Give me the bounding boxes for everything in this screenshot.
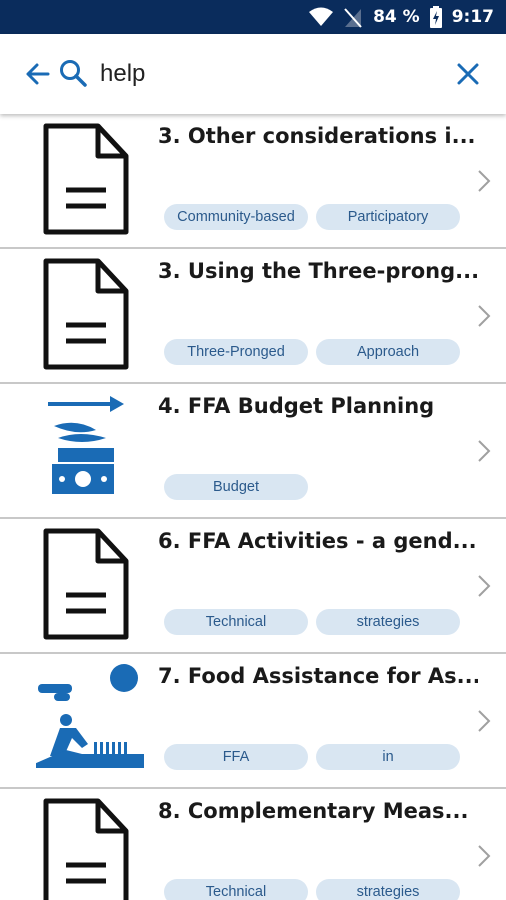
status-bar: 84 % 9:17 — [0, 0, 506, 34]
list-item[interactable]: 3. Using the Three-prong... Three-Pronge… — [0, 249, 506, 384]
item-title: 3. Other considerations i... — [158, 124, 476, 148]
chevron-right-icon — [476, 168, 492, 194]
document-icon — [36, 795, 136, 900]
results-list: 3. Other considerations i... Community-b… — [0, 114, 506, 900]
document-icon — [36, 120, 136, 240]
chevron-right-icon — [476, 708, 492, 734]
chevron-right-icon — [476, 573, 492, 599]
item-title: 4. FFA Budget Planning — [158, 394, 435, 418]
tag-list: Community-based Participatory — [164, 204, 460, 230]
tag[interactable]: FFA — [164, 744, 308, 770]
back-arrow-icon[interactable] — [24, 60, 52, 88]
chevron-right-icon — [476, 843, 492, 869]
tag[interactable]: Approach — [316, 339, 460, 365]
tag[interactable]: Technical — [164, 609, 308, 635]
search-icon — [58, 58, 88, 88]
document-icon — [36, 525, 136, 645]
tag[interactable]: Community-based — [164, 204, 308, 230]
close-icon[interactable] — [456, 62, 480, 86]
tag[interactable]: Participatory — [316, 204, 460, 230]
farming-icon — [4, 660, 144, 780]
item-title: 3. Using the Three-prong... — [158, 259, 478, 283]
tag-list: Budget — [164, 474, 308, 500]
battery-percent: 84 % — [373, 7, 420, 27]
item-title: 8. Complementary Meas... — [158, 799, 469, 823]
tag[interactable]: strategies — [316, 609, 460, 635]
chevron-right-icon — [476, 438, 492, 464]
list-item[interactable]: 7. Food Assistance for As... FFA in — [0, 654, 506, 789]
tag[interactable]: Budget — [164, 474, 308, 500]
list-item[interactable]: 8. Complementary Meas... Technical strat… — [0, 789, 506, 900]
wifi-icon — [309, 7, 334, 27]
tag-list: Three-Pronged Approach — [164, 339, 460, 365]
list-item[interactable]: 6. FFA Activities - a gend... Technical … — [0, 519, 506, 654]
tag[interactable]: Three-Pronged — [164, 339, 308, 365]
search-bar — [0, 34, 506, 114]
search-input[interactable] — [100, 54, 430, 94]
chevron-right-icon — [476, 303, 492, 329]
tag-list: FFA in — [164, 744, 460, 770]
clock-time: 9:17 — [451, 7, 494, 27]
tag[interactable]: in — [316, 744, 460, 770]
battery-charging-icon — [429, 6, 442, 28]
item-title: 7. Food Assistance for As... — [158, 664, 478, 688]
budget-icon — [36, 390, 136, 510]
list-item[interactable]: 4. FFA Budget Planning Budget — [0, 384, 506, 519]
list-item[interactable]: 3. Other considerations i... Community-b… — [0, 114, 506, 249]
no-signal-icon — [343, 6, 363, 28]
tag[interactable]: strategies — [316, 879, 460, 900]
document-icon — [36, 255, 136, 375]
tag-list: Technical strategies — [164, 879, 460, 900]
tag[interactable]: Technical — [164, 879, 308, 900]
tag-list: Technical strategies — [164, 609, 460, 635]
item-title: 6. FFA Activities - a gend... — [158, 529, 477, 553]
